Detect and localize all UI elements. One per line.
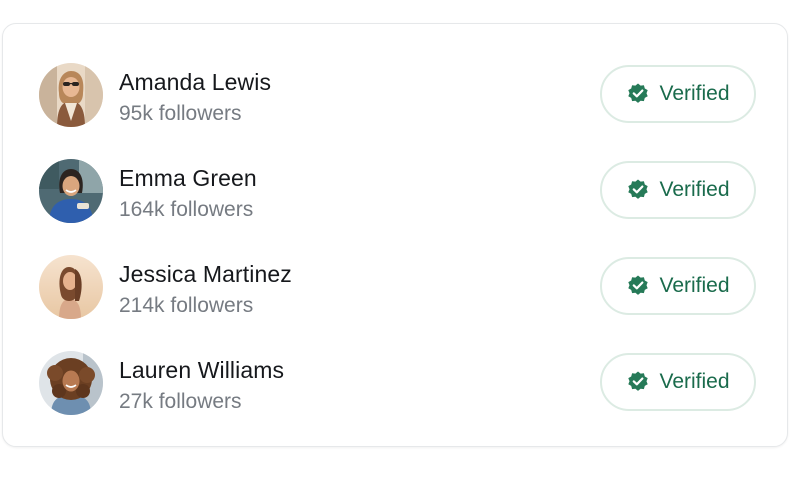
influencer-list-card: Amanda Lewis 95k followers Verified Emma… bbox=[2, 23, 788, 447]
follower-count: 27k followers bbox=[119, 390, 242, 413]
list-item-user[interactable]: Amanda Lewis 95k followers Verified bbox=[3, 47, 789, 143]
verified-label: Verified bbox=[659, 178, 730, 201]
list-item-user[interactable]: Jessica Martinez 214k followers Verified bbox=[3, 239, 789, 335]
verified-label: Verified bbox=[659, 370, 730, 393]
user-name: Jessica Martinez bbox=[119, 261, 292, 287]
verified-badge-icon bbox=[628, 83, 649, 103]
verified-button[interactable]: Verified bbox=[600, 353, 756, 411]
verified-button[interactable]: Verified bbox=[600, 161, 756, 219]
follower-count: 214k followers bbox=[119, 294, 254, 317]
user-name: Lauren Williams bbox=[119, 357, 285, 383]
follower-count: 164k followers bbox=[119, 198, 254, 221]
verified-button[interactable]: Verified bbox=[600, 65, 756, 123]
user-name: Amanda Lewis bbox=[119, 69, 272, 95]
verified-label: Verified bbox=[659, 82, 730, 105]
user-name: Emma Green bbox=[119, 165, 257, 191]
verified-badge-icon bbox=[628, 179, 649, 199]
avatar[interactable] bbox=[39, 351, 103, 415]
avatar[interactable] bbox=[39, 255, 103, 319]
verified-label: Verified bbox=[659, 274, 730, 297]
avatar[interactable] bbox=[39, 63, 103, 127]
follower-count: 95k followers bbox=[119, 102, 242, 125]
list-item-user[interactable]: Lauren Williams 27k followers Verified bbox=[3, 335, 789, 431]
avatar[interactable] bbox=[39, 159, 103, 223]
verified-badge-icon bbox=[628, 371, 649, 391]
list-item-user[interactable]: Emma Green 164k followers Verified bbox=[3, 143, 789, 239]
verified-badge-icon bbox=[628, 275, 649, 295]
verified-button[interactable]: Verified bbox=[600, 257, 756, 315]
